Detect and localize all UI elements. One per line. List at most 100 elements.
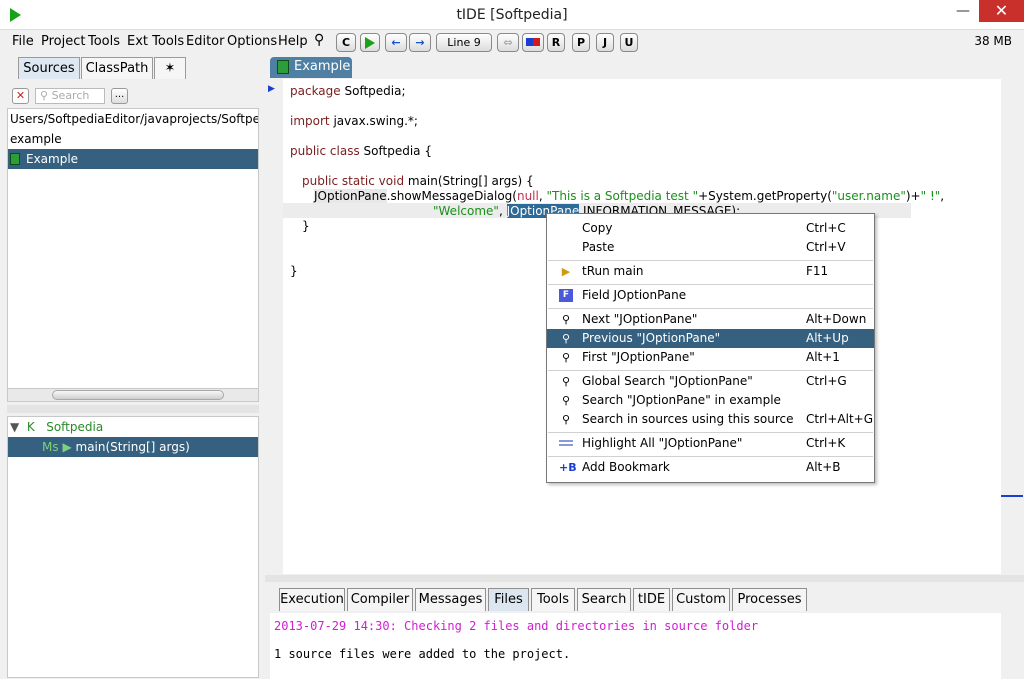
flag-icon bbox=[526, 38, 540, 46]
java-file-icon bbox=[277, 60, 289, 74]
tab-execution[interactable]: Execution bbox=[279, 588, 345, 611]
menu-project[interactable]: Project bbox=[41, 34, 85, 49]
editor-gutter: ▶ bbox=[265, 79, 282, 574]
menu-help[interactable]: Help bbox=[278, 34, 308, 49]
menu-item-copy[interactable]: Copy Ctrl+C bbox=[547, 219, 874, 238]
tab-sources[interactable]: Sources bbox=[18, 57, 80, 79]
search-placeholder: Search bbox=[51, 89, 90, 102]
list-item-label: Example bbox=[26, 152, 79, 166]
back-button[interactable]: ← bbox=[385, 33, 407, 52]
menu-separator bbox=[548, 432, 873, 433]
tab-custom[interactable]: Custom bbox=[672, 588, 730, 611]
p-button[interactable]: P bbox=[572, 33, 590, 52]
method-name: main(String[] args) bbox=[75, 440, 190, 454]
console-line: 2013-07-29 14:30: Checking 2 files and d… bbox=[274, 619, 759, 633]
menu-item-search-sources[interactable]: ⚲ Search in sources using this source Ctrl… bbox=[547, 410, 874, 429]
search-first-icon: ⚲ bbox=[561, 351, 571, 364]
line-number-button[interactable]: Line 9 bbox=[436, 33, 492, 52]
menu-separator bbox=[548, 370, 873, 371]
code-text: Softpedia; bbox=[340, 84, 406, 98]
j-button[interactable]: J bbox=[596, 33, 614, 52]
menu-item-highlight-all[interactable]: Highlight All "JOptionPane" Ctrl+K bbox=[547, 434, 874, 453]
menu-item-first[interactable]: ⚲ First "JOptionPane" Alt+1 bbox=[547, 348, 874, 367]
menu-item-label: Copy bbox=[582, 221, 613, 235]
menu-item-add-bookmark[interactable]: +B Add Bookmark Alt+B bbox=[547, 458, 874, 477]
menu-options[interactable]: Options bbox=[227, 34, 277, 49]
source-search-icon: ⚲ bbox=[561, 413, 571, 426]
menu-item-next[interactable]: ⚲ Next "JOptionPane" Alt+Down bbox=[547, 310, 874, 329]
tab-messages[interactable]: Messages bbox=[415, 588, 486, 611]
forward-button[interactable]: → bbox=[409, 33, 431, 52]
swap-button[interactable]: ⇔ bbox=[497, 33, 519, 52]
menu-item-accelerator: Ctrl+Alt+G bbox=[806, 412, 874, 426]
code-string: " !" bbox=[920, 189, 941, 203]
editor-tab-bar: Example bbox=[265, 55, 1024, 79]
console-vertical-scrollbar[interactable] bbox=[1001, 613, 1024, 679]
menu-item-previous[interactable]: ⚲ Previous "JOptionPane" Alt+Up bbox=[547, 329, 874, 348]
expand-icon: ▼ bbox=[10, 420, 20, 434]
menu-tools[interactable]: Tools bbox=[88, 34, 120, 49]
menu-separator bbox=[548, 456, 873, 457]
menu-item-accelerator: Alt+1 bbox=[806, 350, 840, 364]
clear-search-button[interactable]: ✕ bbox=[12, 88, 29, 104]
menu-file[interactable]: File bbox=[12, 34, 34, 49]
list-item[interactable]: example bbox=[8, 129, 258, 149]
tab-tide[interactable]: tIDE bbox=[633, 588, 670, 611]
code-text: )+ bbox=[905, 189, 921, 203]
memory-usage: 38 MB bbox=[974, 34, 1012, 48]
outline-class[interactable]: ▼ K Softpedia bbox=[8, 417, 258, 437]
editor-vertical-scrollbar[interactable] bbox=[1001, 79, 1024, 574]
search-tool-icon[interactable]: ⚲ bbox=[314, 32, 324, 48]
minimize-button[interactable]: — bbox=[946, 0, 980, 22]
run-button[interactable] bbox=[360, 33, 380, 52]
menu-item-search-in[interactable]: ⚲ Search "JOptionPane" in example bbox=[547, 391, 874, 410]
tab-processes[interactable]: Processes bbox=[732, 588, 807, 611]
tab-search[interactable]: Search bbox=[577, 588, 631, 611]
menu-ext-tools[interactable]: Ext Tools bbox=[127, 34, 184, 49]
code-string: "user.name" bbox=[831, 189, 906, 203]
more-button[interactable]: ... bbox=[111, 88, 128, 104]
menu-separator bbox=[548, 284, 873, 285]
tab-files[interactable]: Files bbox=[488, 588, 529, 611]
scroll-thumb[interactable] bbox=[52, 390, 224, 400]
splitter[interactable] bbox=[7, 405, 259, 413]
menu-item-paste[interactable]: Paste Ctrl+V bbox=[547, 238, 874, 257]
arrow-right-icon: → bbox=[415, 36, 425, 49]
search-input[interactable]: ⚲ Search bbox=[35, 88, 105, 104]
menu-item-accelerator: Ctrl+V bbox=[806, 240, 846, 254]
close-window-button[interactable]: ✕ bbox=[979, 0, 1024, 22]
arrow-left-icon: ← bbox=[391, 36, 401, 49]
menu-item-global-search[interactable]: ⚲ Global Search "JOptionPane" Ctrl+G bbox=[547, 372, 874, 391]
menu-editor[interactable]: Editor bbox=[186, 34, 224, 49]
code-text: javax.swing.*; bbox=[329, 114, 418, 128]
menu-item-label: Add Bookmark bbox=[582, 460, 670, 474]
list-item[interactable]: Users/SoftpediaEditor/javaprojects/Softp… bbox=[8, 109, 258, 129]
outline-method[interactable]: Ms ▶ main(String[] args) bbox=[8, 437, 258, 457]
bottom-tab-bar: Execution Compiler Messages Files Tools … bbox=[265, 582, 1024, 612]
horizontal-splitter[interactable] bbox=[265, 575, 1024, 582]
menu-item-run[interactable]: ▶ tRun main F11 bbox=[547, 262, 874, 281]
code-keyword: public static void bbox=[302, 174, 405, 188]
menu-item-accelerator: F11 bbox=[806, 264, 829, 278]
tab-tools[interactable]: Tools bbox=[531, 588, 575, 611]
menu-bar: File Project Tools Ext Tools Editor Opti… bbox=[0, 31, 1024, 53]
r-button[interactable]: R bbox=[547, 33, 565, 52]
compile-button[interactable]: C bbox=[336, 33, 356, 52]
tab-star[interactable]: ✶ bbox=[154, 57, 186, 79]
files-console[interactable]: 2013-07-29 14:30: Checking 2 files and d… bbox=[270, 613, 1001, 679]
list-item-selected[interactable]: Example bbox=[8, 149, 258, 169]
code-text: , bbox=[498, 204, 507, 218]
u-button[interactable]: U bbox=[620, 33, 638, 52]
menu-item-label: First "JOptionPane" bbox=[582, 350, 695, 364]
menu-separator bbox=[548, 260, 873, 261]
horizontal-scrollbar[interactable] bbox=[7, 388, 259, 402]
menu-item-field[interactable]: F Field JOptionPane bbox=[547, 286, 874, 305]
tab-classpath[interactable]: ClassPath bbox=[81, 57, 153, 79]
bookmark-icon: +B bbox=[559, 461, 577, 474]
flag-button[interactable] bbox=[522, 33, 544, 52]
global-search-icon: ⚲ bbox=[561, 375, 571, 388]
code-keyword: import bbox=[290, 114, 330, 128]
code-keyword: package bbox=[290, 84, 341, 98]
editor-tab-example[interactable]: Example bbox=[270, 57, 352, 78]
tab-compiler[interactable]: Compiler bbox=[347, 588, 413, 611]
